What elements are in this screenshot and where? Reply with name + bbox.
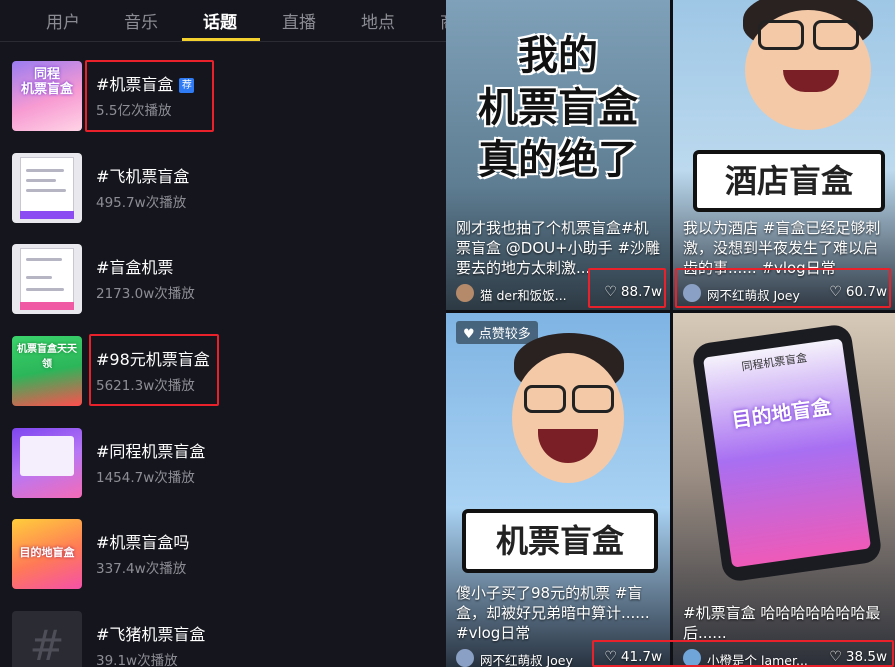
video-card[interactable]: 酒店盲盒 我以为酒店 #盲盒已经足够刺激，没想到半夜发生了难以启齿的事.....… xyxy=(673,0,895,310)
overlay-plaque: 酒店盲盒 xyxy=(693,150,885,212)
video-caption: #机票盲盒 哈哈哈哈哈哈哈最后...... xyxy=(683,604,881,642)
person-face xyxy=(512,353,624,483)
video-overlay-text: 我的 机票盲盒 真的绝了 xyxy=(478,33,638,183)
heart-icon: ♥ xyxy=(463,327,479,342)
topic-name: #同程机票盲盒 xyxy=(96,442,206,461)
topic-search-panel: 用户 音乐 话题 直播 地点 商 同程机票盲盒 #机票盲盒荐 5.5亿次播放 #… xyxy=(0,0,446,667)
overlay-plaque: 机票盲盒 xyxy=(462,509,658,573)
tab-music[interactable]: 音乐 xyxy=(124,8,158,33)
topic-thumbnail xyxy=(12,244,82,314)
video-card[interactable]: 同程机票盲盒 目的地盲盒 #机票盲盒 哈哈哈哈哈哈哈最后...... 小橙是个 … xyxy=(673,313,895,667)
topic-name: #飞猪机票盲盒 xyxy=(96,625,206,644)
tab-users[interactable]: 用户 xyxy=(46,8,80,33)
avatar xyxy=(456,649,474,667)
highlight-box xyxy=(675,268,891,308)
topic-row[interactable]: # #飞猪机票盲盒 39.1w次播放 xyxy=(0,611,446,667)
tab-live[interactable]: 直播 xyxy=(282,8,316,33)
hot-badge: ♥ 点赞较多 xyxy=(456,321,538,344)
topic-play-count: 2173.0w次播放 xyxy=(96,286,195,302)
topic-row[interactable]: 目的地盲盒 #机票盲盒吗 337.4w次播放 xyxy=(0,519,446,603)
topic-play-count: 39.1w次播放 xyxy=(96,653,178,667)
video-card[interactable]: 我的 机票盲盒 真的绝了 刚才我也抽了个机票盲盒#机票盲盒 @DOU+小助手 #… xyxy=(446,0,670,310)
search-category-tabs: 用户 音乐 话题 直播 地点 商 xyxy=(0,0,446,42)
video-author[interactable]: 网不红萌叔 Joey xyxy=(480,650,573,667)
phone-image: 同程机票盲盒 目的地盲盒 xyxy=(691,323,883,583)
thumbnail-text: 目的地盲盒 xyxy=(19,546,75,559)
topic-name: #机票盲盒吗 xyxy=(96,533,190,552)
avatar xyxy=(456,284,474,302)
thumbnail-text: 机票盲盒天天领 xyxy=(17,344,77,370)
hash-icon: # xyxy=(12,611,82,667)
topic-thumbnail: 机票盲盒天天领 xyxy=(12,336,82,406)
topic-thumbnail xyxy=(12,428,82,498)
tab-places[interactable]: 地点 xyxy=(361,8,395,33)
topic-name: #飞机票盲盒 xyxy=(96,167,190,186)
video-caption: 傻小子买了98元的机票 #盲盒，却被好兄弟暗中算计...... #vlog日常 xyxy=(456,584,650,642)
active-tab-indicator xyxy=(182,38,260,41)
topic-play-count: 495.7w次播放 xyxy=(96,195,187,211)
topic-thumbnail: 目的地盲盒 xyxy=(12,519,82,589)
video-card[interactable]: ♥ 点赞较多 机票盲盒 傻小子买了98元的机票 #盲盒，却被好兄弟暗中算计...… xyxy=(446,313,670,667)
highlight-box xyxy=(592,640,894,667)
topic-row[interactable]: 同程 机票盲盒 #机票盲盒荐 5.5亿次播放 xyxy=(0,61,446,145)
video-grid: 我的 机票盲盒 真的绝了 刚才我也抽了个机票盲盒#机票盲盒 @DOU+小助手 #… xyxy=(446,0,895,667)
topic-play-count: 1454.7w次播放 xyxy=(96,470,195,486)
thumbnail-text: 同程 机票盲盒 xyxy=(20,67,73,97)
video-author[interactable]: 猫 der和饭饭... xyxy=(480,285,567,304)
topic-row[interactable]: #同程机票盲盒 1454.7w次播放 xyxy=(0,428,446,512)
topic-row[interactable]: 机票盲盒天天领 #98元机票盲盒 5621.3w次播放 xyxy=(0,336,446,420)
topic-row[interactable]: #飞机票盲盒 495.7w次播放 xyxy=(0,153,446,237)
topic-thumbnail xyxy=(12,153,82,223)
topic-play-count: 337.4w次播放 xyxy=(96,561,187,577)
highlight-box xyxy=(89,334,219,406)
highlight-box xyxy=(85,60,214,132)
highlight-box xyxy=(588,268,666,308)
topic-thumbnail: 同程 机票盲盒 xyxy=(12,61,82,131)
topic-row[interactable]: #盲盒机票 2173.0w次播放 xyxy=(0,244,446,328)
topic-name: #盲盒机票 xyxy=(96,258,174,277)
tab-topics[interactable]: 话题 xyxy=(203,8,237,33)
